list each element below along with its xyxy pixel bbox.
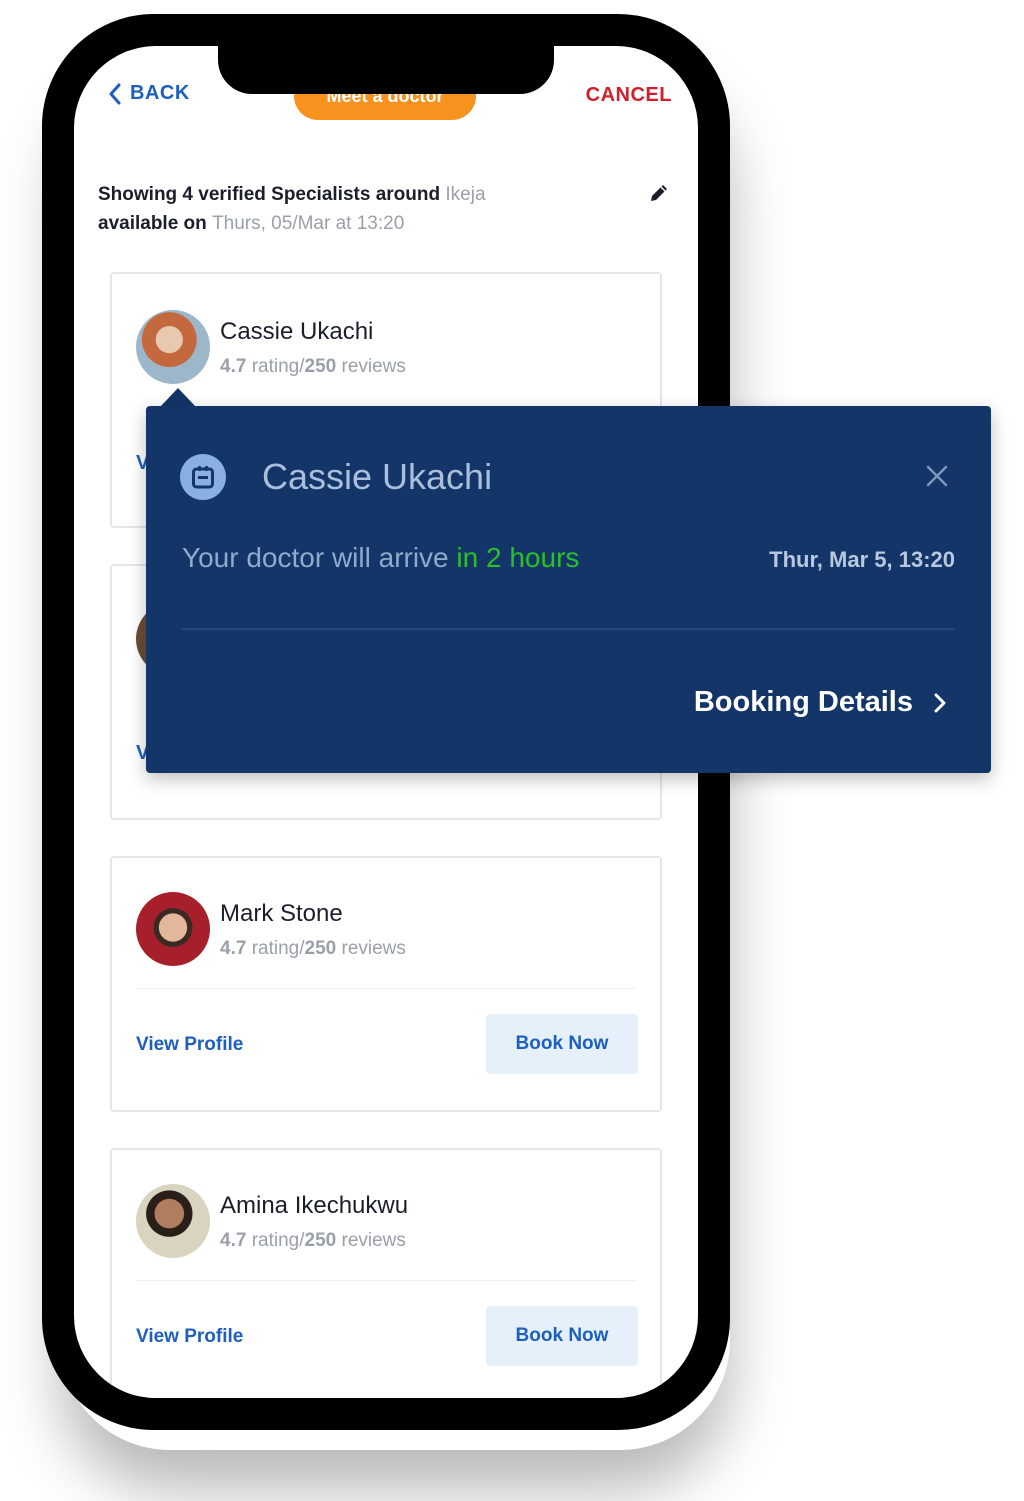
- rating-value: 4.7: [220, 356, 247, 377]
- arrival-popup: Cassie Ukachi Your doctor will arrive in…: [146, 406, 991, 773]
- booking-details-link[interactable]: Booking Details: [694, 686, 947, 719]
- chevron-right-icon: [934, 693, 946, 712]
- appointment-datetime: Thur, Mar 5, 13:20: [769, 547, 955, 572]
- doctor-rating: 4.7 rating/250 reviews: [220, 1230, 406, 1252]
- reviews-word: reviews: [341, 1230, 406, 1251]
- arrival-text: Your doctor will arrive: [182, 542, 449, 573]
- back-button[interactable]: BACK: [108, 82, 190, 105]
- avatar: [136, 310, 210, 384]
- phone-notch: [218, 40, 554, 94]
- reviews-count: 250: [304, 1230, 337, 1251]
- avatar: [136, 1184, 210, 1258]
- doctor-card: Amina Ikechukwu 4.7 rating/250 reviews V…: [110, 1148, 662, 1398]
- book-now-button[interactable]: Book Now: [486, 1306, 638, 1366]
- close-icon[interactable]: [925, 464, 949, 488]
- card-divider: [136, 988, 636, 989]
- book-now-button[interactable]: Book Now: [486, 1014, 638, 1074]
- doctor-card: Mark Stone 4.7 rating/250 reviews View P…: [110, 856, 662, 1112]
- avatar: [136, 892, 210, 966]
- booking-details-label: Booking Details: [693, 686, 913, 718]
- rating-word: rating/: [251, 1230, 305, 1251]
- arrival-eta: in 2 hours: [456, 542, 580, 573]
- rating-word: rating/: [251, 938, 305, 959]
- pencil-icon[interactable]: [648, 182, 670, 204]
- rating-value: 4.7: [220, 1230, 247, 1251]
- popup-divider: [182, 628, 955, 630]
- summary-mid: available on: [98, 213, 207, 234]
- doctor-rating: 4.7 rating/250 reviews: [220, 356, 406, 378]
- calendar-icon: [180, 454, 226, 500]
- doctor-name: Amina Ikechukwu: [220, 1192, 409, 1219]
- doctor-name: Mark Stone: [220, 900, 343, 927]
- popup-doctor-name: Cassie Ukachi: [262, 456, 493, 497]
- summary-location: Ikeja: [445, 184, 486, 205]
- summary-datetime: Thurs, 05/Mar at 13:20: [212, 213, 405, 234]
- popup-pointer: [160, 388, 196, 407]
- doctor-rating: 4.7 rating/250 reviews: [220, 938, 406, 960]
- rating-word: rating/: [251, 356, 305, 377]
- reviews-count: 250: [304, 938, 337, 959]
- reviews-word: reviews: [341, 356, 406, 377]
- reviews-word: reviews: [341, 938, 406, 959]
- cancel-button[interactable]: CANCEL: [586, 84, 672, 107]
- card-divider: [136, 1280, 636, 1281]
- chevron-left-icon: [109, 83, 121, 104]
- view-profile-link[interactable]: View Profile: [136, 1034, 243, 1056]
- doctor-name: Cassie Ukachi: [220, 318, 374, 345]
- rating-value: 4.7: [220, 938, 247, 959]
- reviews-count: 250: [304, 356, 337, 377]
- back-label: BACK: [130, 82, 190, 104]
- arrival-message: Your doctor will arrive in 2 hours: [182, 542, 579, 574]
- search-summary: Showing 4 verified Specialists around Ik…: [98, 180, 578, 238]
- summary-prefix: Showing 4 verified Specialists around: [98, 184, 441, 205]
- view-profile-link[interactable]: View Profile: [136, 1326, 243, 1348]
